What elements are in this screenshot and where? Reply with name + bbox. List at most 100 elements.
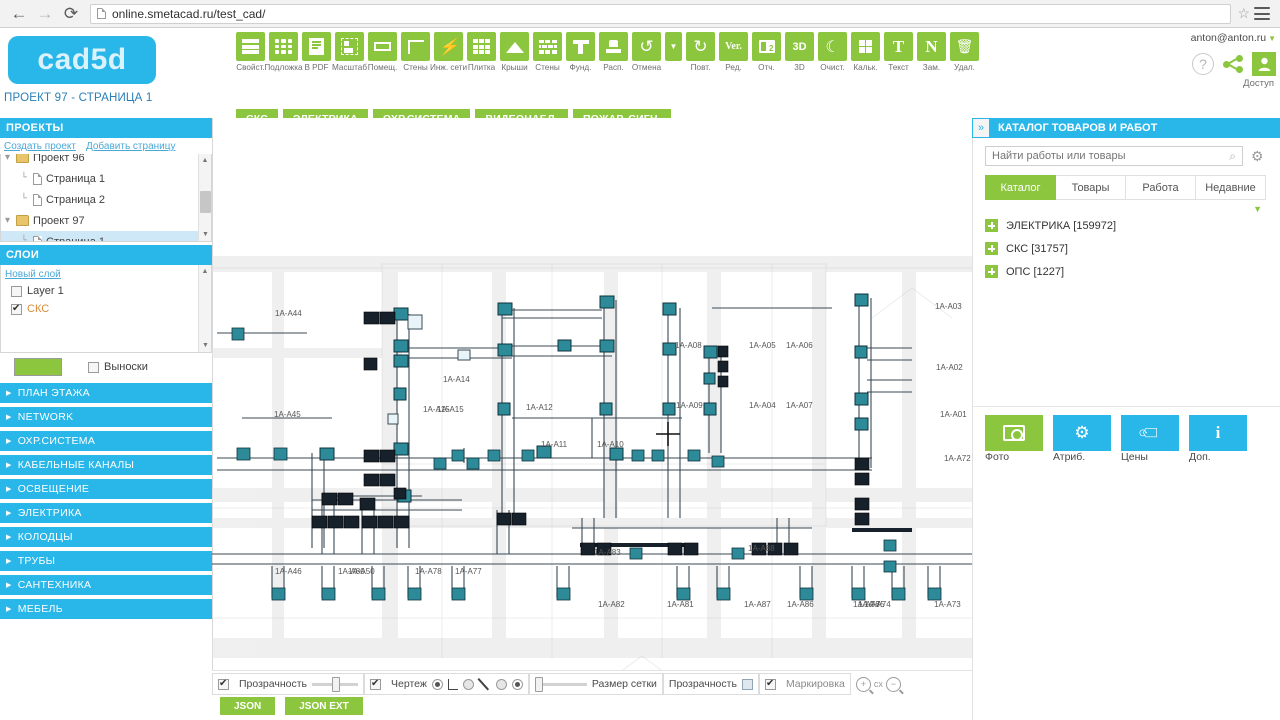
scroll-down-icon[interactable]: ▼: [199, 228, 211, 241]
cad-drawing[interactable]: 1A-A441A-A451A-A461A-A141A-A151A-A15 1A-A…: [212, 118, 972, 670]
accordion-item-1[interactable]: ▶ NETWORK: [0, 407, 212, 427]
corner-snap-icon[interactable]: [447, 678, 458, 690]
catalog-node-0[interactable]: ЭЛЕКТРИКА [159972]: [985, 214, 1266, 237]
toolbar-button-text-t-icon[interactable]: T Текст: [884, 32, 913, 72]
accordion-item-2[interactable]: ▶ ОХР.СИСТЕМА: [0, 431, 212, 451]
toolbar-button-report-icon[interactable]: Отч.: [752, 32, 781, 72]
toolbar-button-note-n-icon[interactable]: N Зам.: [917, 32, 946, 72]
toolbar-button-engineering-networks-bolt-icon[interactable]: ⚡ Инж. сети: [430, 32, 467, 72]
snap-mode-radio-2[interactable]: [462, 678, 474, 690]
scroll-thumb[interactable]: [200, 191, 211, 213]
search-field[interactable]: [992, 150, 1230, 162]
add-page-link[interactable]: Добавить страницу: [86, 141, 176, 152]
layers-scrollbar[interactable]: ▲ ▼: [198, 265, 211, 352]
transparency-slider[interactable]: [312, 676, 359, 692]
snap-mode-radio-1[interactable]: [431, 678, 443, 690]
toolbar-button-stamp-icon[interactable]: Расп.: [599, 32, 628, 72]
project-tree[interactable]: ▾ Проект 96 └ Страница 1 └ Страница 2 ▾ Про…: [0, 154, 212, 242]
toolbar-button-export-pdf-icon[interactable]: В PDF: [302, 32, 331, 72]
search-icon[interactable]: ⌕: [1229, 149, 1236, 164]
share-icon[interactable]: [1222, 53, 1244, 75]
chevron-down-icon[interactable]: ▼: [1268, 34, 1276, 43]
action-button-0[interactable]: Фото: [985, 415, 1043, 463]
toolbar-button-undo-icon[interactable]: ↺ Отмена: [632, 32, 661, 72]
new-layer-link[interactable]: Новый слой: [5, 269, 61, 280]
toolbar-button-properties-grid-icon[interactable]: Свойст.: [236, 32, 265, 72]
layer-visibility-checkbox[interactable]: [11, 303, 22, 315]
back-arrow-icon[interactable]: ←: [6, 1, 32, 27]
catalog-tab-2[interactable]: Работа: [1126, 175, 1196, 200]
catalog-node-2[interactable]: ОПС [1227]: [985, 260, 1266, 283]
grid-size-slider[interactable]: [534, 676, 587, 692]
toolbar-button-room-rect-icon[interactable]: Помещ.: [368, 32, 397, 72]
gear-icon[interactable]: ⚙: [1251, 149, 1265, 163]
tree-item[interactable]: └ Страница 1: [1, 231, 211, 241]
toolbar-button-three-d-icon[interactable]: 3D 3D: [785, 32, 814, 72]
accordion-item-3[interactable]: ▶ КАБЕЛЬНЫЕ КАНАЛЫ: [0, 455, 212, 475]
tree-item[interactable]: └ Страница 1: [1, 168, 211, 189]
layer-item[interactable]: СКС: [1, 300, 211, 318]
hamburger-menu-icon[interactable]: [1254, 7, 1270, 20]
help-icon[interactable]: ?: [1192, 53, 1214, 75]
expand-plus-icon[interactable]: [985, 242, 998, 255]
toolbar-button-roof-icon[interactable]: Крыши: [500, 32, 529, 72]
toolbar-button-calculator-icon[interactable]: Кальк.: [851, 32, 880, 72]
toolbar-button-scale-icon[interactable]: Масштаб: [332, 32, 367, 72]
create-project-link[interactable]: Создать проект: [4, 141, 76, 152]
catalog-node-1[interactable]: СКС [31757]: [985, 237, 1266, 260]
tree-item[interactable]: └ Страница 2: [1, 189, 211, 210]
user-email[interactable]: anton@anton.ru ▼: [1136, 32, 1276, 44]
expand-right-panel-button[interactable]: »: [972, 118, 990, 138]
scroll-down-icon[interactable]: ▼: [199, 339, 211, 352]
toolbar-button-trash-icon[interactable]: 🗑 Удал.: [950, 32, 979, 72]
scroll-up-icon[interactable]: ▲: [199, 265, 211, 278]
project-tree-scrollbar[interactable]: ▲ ▼: [198, 154, 211, 241]
catalog-tab-0[interactable]: Каталог: [985, 175, 1056, 200]
toolbar-button-undo-dropdown-caret-icon[interactable]: ▼: [665, 32, 682, 72]
scroll-up-icon[interactable]: ▲: [199, 154, 211, 167]
bookmark-star-icon[interactable]: ☆: [1237, 5, 1250, 22]
marking-checkbox[interactable]: [764, 678, 776, 690]
action-button-3[interactable]: i Доп.: [1189, 415, 1247, 463]
accordion-item-6[interactable]: ▶ КОЛОДЦЫ: [0, 527, 212, 547]
accordion-item-0[interactable]: ▶ ПЛАН ЭТАЖА: [0, 383, 212, 403]
toolbar-button-walls-corner-icon[interactable]: Стены: [401, 32, 430, 72]
drawing-checkbox[interactable]: [370, 678, 382, 690]
action-button-1[interactable]: ⚙ Атриб.: [1053, 415, 1111, 463]
app-logo[interactable]: cad5d: [8, 36, 156, 84]
accordion-item-8[interactable]: ▶ САНТЕХНИКА: [0, 575, 212, 595]
reload-icon[interactable]: ⟳: [58, 1, 84, 27]
action-button-2[interactable]: 🏷 Цены: [1121, 415, 1179, 463]
transparency-checkbox[interactable]: [218, 678, 229, 690]
toolbar-button-tile-grid-icon[interactable]: Плитка: [467, 32, 496, 72]
diagonal-snap-icon[interactable]: [479, 678, 491, 690]
layer-color-swatch[interactable]: [14, 358, 62, 376]
expand-plus-icon[interactable]: [985, 265, 998, 278]
toolbar-button-underlay-dots-icon[interactable]: Подложка: [264, 32, 303, 72]
transparency2-swatch-icon[interactable]: [741, 678, 753, 690]
catalog-tab-3[interactable]: Недавние: [1196, 175, 1266, 200]
toolbar-button-redo-icon[interactable]: ↻ Повт.: [686, 32, 715, 72]
json-button[interactable]: JSON: [220, 697, 276, 715]
cad-canvas[interactable]: 1A-A44 1A-A45 1A-A46 1A-A14 1A-A15 1A-A15 1A-A…: [212, 118, 972, 670]
layer-visibility-checkbox[interactable]: [11, 285, 22, 297]
json-ext-button[interactable]: JSON EXT: [285, 697, 363, 715]
toolbar-button-version-ver-icon[interactable]: Ver. Ред.: [719, 32, 748, 72]
expand-plus-icon[interactable]: [985, 219, 998, 232]
forward-arrow-icon[interactable]: →: [32, 1, 58, 27]
accordion-item-7[interactable]: ▶ ТРУБЫ: [0, 551, 212, 571]
callouts-checkbox[interactable]: [88, 361, 99, 373]
callouts-toggle[interactable]: Выноски: [88, 361, 148, 373]
avatar[interactable]: [1252, 52, 1276, 76]
accordion-item-4[interactable]: ▶ ОСВЕЩЕНИЕ: [0, 479, 212, 499]
accordion-item-9[interactable]: ▶ МЕБЕЛЬ: [0, 599, 212, 619]
catalog-tab-1[interactable]: Товары: [1056, 175, 1126, 200]
toolbar-button-clear-moon-icon[interactable]: ☾ Очист.: [818, 32, 847, 72]
accordion-item-5[interactable]: ▶ ЭЛЕКТРИКА: [0, 503, 212, 523]
sort-caret-icon[interactable]: ▼: [1253, 204, 1262, 214]
toolbar-button-foundation-icon[interactable]: Фунд.: [566, 32, 595, 72]
address-bar[interactable]: online.smetacad.ru/test_cad/: [90, 3, 1232, 24]
search-input[interactable]: ⌕: [985, 146, 1243, 166]
toolbar-button-brick-wall-icon[interactable]: Стены: [533, 32, 562, 72]
zoom-in-icon[interactable]: +: [855, 676, 871, 692]
